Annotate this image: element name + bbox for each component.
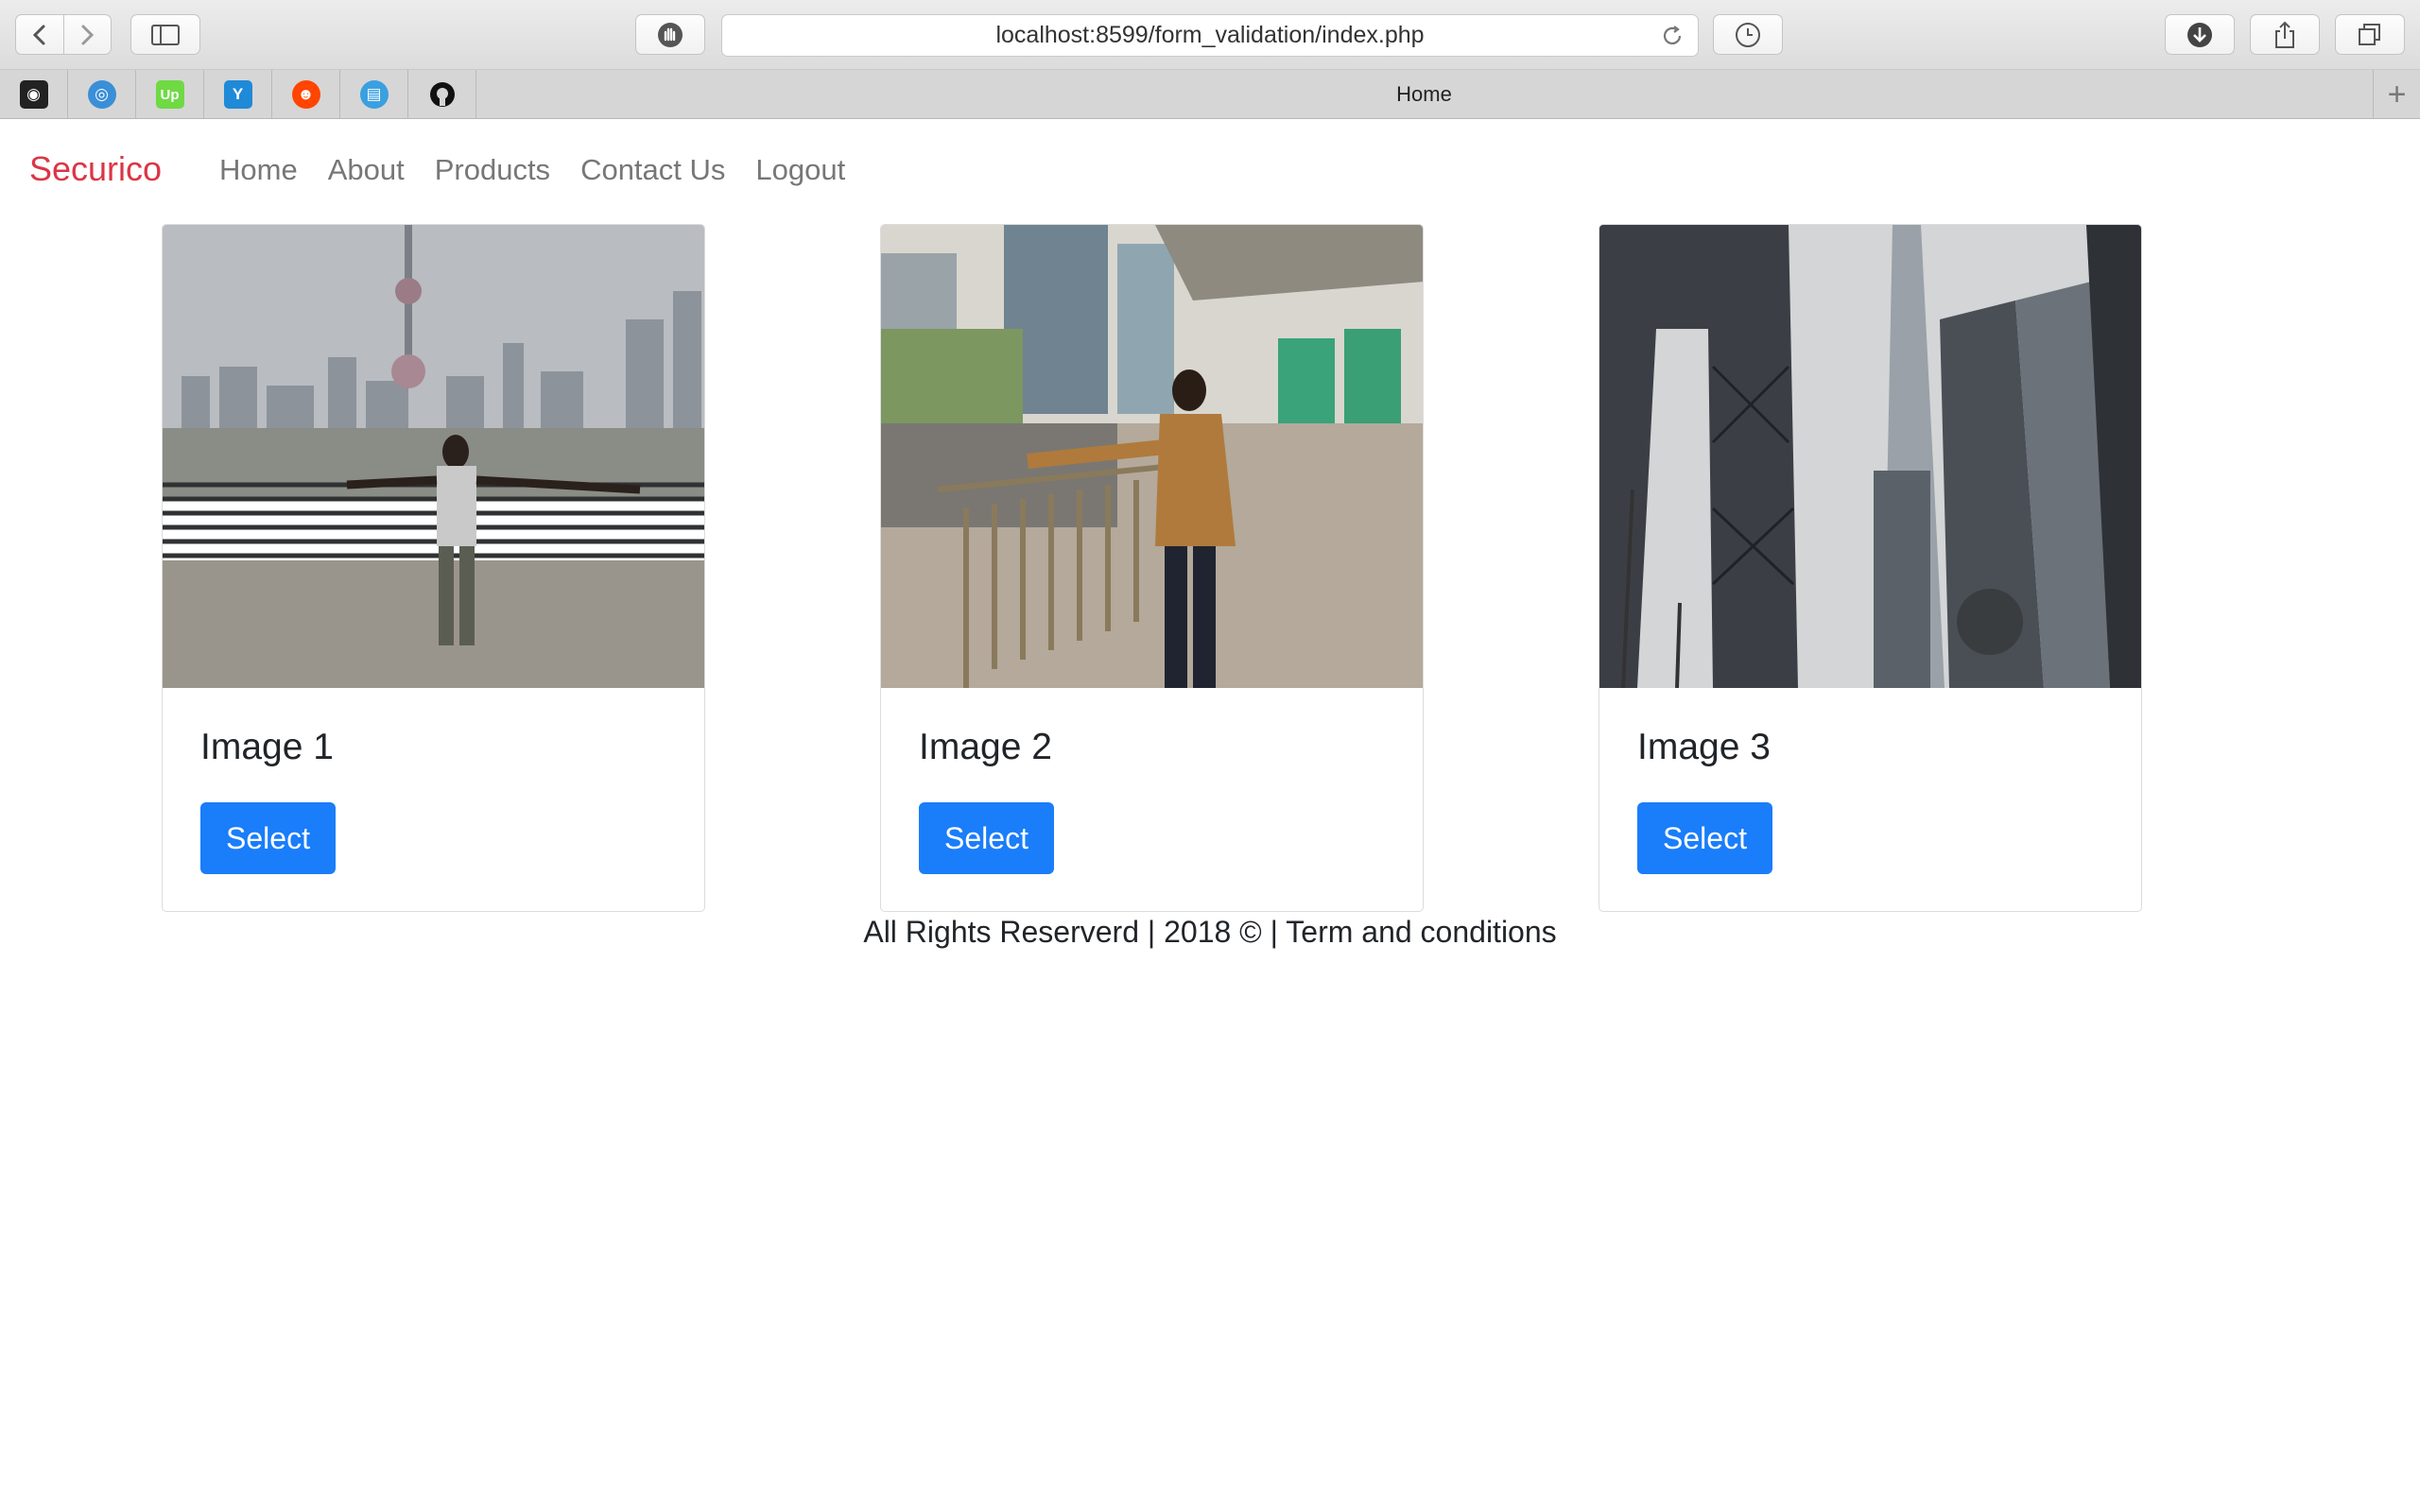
sidebar-toggle-button[interactable] <box>130 14 200 55</box>
bookmark-1[interactable]: ◉ <box>0 70 68 119</box>
bookmark-3[interactable]: Up <box>136 70 204 119</box>
share-button[interactable] <box>2250 14 2320 55</box>
bookmark-5[interactable]: ☻ <box>272 70 340 119</box>
address-bar[interactable]: localhost:8599/form_validation/index.php <box>721 14 1699 57</box>
card-title: Image 1 <box>200 727 334 767</box>
nav-link-home[interactable]: Home <box>219 153 298 187</box>
browser-toolbar: localhost:8599/form_validation/index.php <box>0 0 2420 70</box>
nav-links: Home About Products Contact Us Logout <box>219 153 875 187</box>
yoast-icon: Y <box>223 80 252 109</box>
footer-text: All Rights Reserverd | 2018 © | Term and… <box>863 915 1557 949</box>
clock-icon <box>1736 22 1760 47</box>
sidebar-icon <box>151 24 180 45</box>
bookmark-7[interactable] <box>408 70 476 119</box>
chat-icon: ▤ <box>359 80 389 109</box>
page-footer: All Rights Reserverd | 2018 © | Term and… <box>0 915 2420 950</box>
reload-icon[interactable] <box>1660 24 1685 48</box>
history-button[interactable] <box>1713 14 1783 55</box>
card-title: Image 2 <box>919 727 1052 767</box>
url-text: localhost:8599/form_validation/index.php <box>995 22 1425 48</box>
select-button[interactable]: Select <box>1637 802 1772 874</box>
image-card-3: Image 3 Select <box>1599 224 2142 912</box>
brand-logo[interactable]: Securico <box>29 149 162 189</box>
tab-title-text: Home <box>1396 82 1452 106</box>
site-navbar: Securico Home About Products Contact Us … <box>0 119 2420 223</box>
tabs-icon <box>2359 23 2380 45</box>
unknown-app-icon: ◉ <box>19 80 48 109</box>
navigation-buttons <box>15 14 112 55</box>
downloads-button[interactable] <box>2165 14 2235 55</box>
favorites-bar: ◉ ◎ Up Y ☻ ▤ Home + <box>0 70 2420 119</box>
reddit-icon: ☻ <box>291 80 320 109</box>
chevron-right-icon <box>81 25 95 44</box>
card-title: Image 3 <box>1637 727 1771 767</box>
card-image-1 <box>163 225 704 688</box>
forward-button[interactable] <box>62 15 112 54</box>
target-icon: ◎ <box>87 80 116 109</box>
github-icon <box>429 82 455 107</box>
download-icon <box>2187 22 2212 47</box>
share-icon <box>2275 21 2294 48</box>
plus-icon: + <box>2387 76 2407 112</box>
card-image-3 <box>1599 225 2141 688</box>
card-image-2 <box>881 225 1423 688</box>
nav-link-products[interactable]: Products <box>435 153 550 187</box>
tabs-overview-button[interactable] <box>2335 14 2405 55</box>
shield-hand-icon <box>658 22 683 47</box>
privacy-button[interactable] <box>635 14 705 55</box>
nav-link-about[interactable]: About <box>328 153 405 187</box>
select-button[interactable]: Select <box>919 802 1054 874</box>
select-button[interactable]: Select <box>200 802 336 874</box>
back-button[interactable] <box>16 15 63 54</box>
upwork-icon: Up <box>155 80 184 109</box>
active-tab[interactable]: Home <box>476 70 2372 119</box>
nav-link-contact-us[interactable]: Contact Us <box>580 153 725 187</box>
image-card-2: Image 2 Select <box>880 224 1424 912</box>
bookmark-4[interactable]: Y <box>204 70 272 119</box>
new-tab-button[interactable]: + <box>2373 70 2420 119</box>
bookmark-6[interactable]: ▤ <box>340 70 408 119</box>
image-card-1: Image 1 Select <box>162 224 705 912</box>
nav-link-logout[interactable]: Logout <box>755 153 845 187</box>
chevron-left-icon <box>32 25 45 44</box>
bookmark-2[interactable]: ◎ <box>68 70 136 119</box>
